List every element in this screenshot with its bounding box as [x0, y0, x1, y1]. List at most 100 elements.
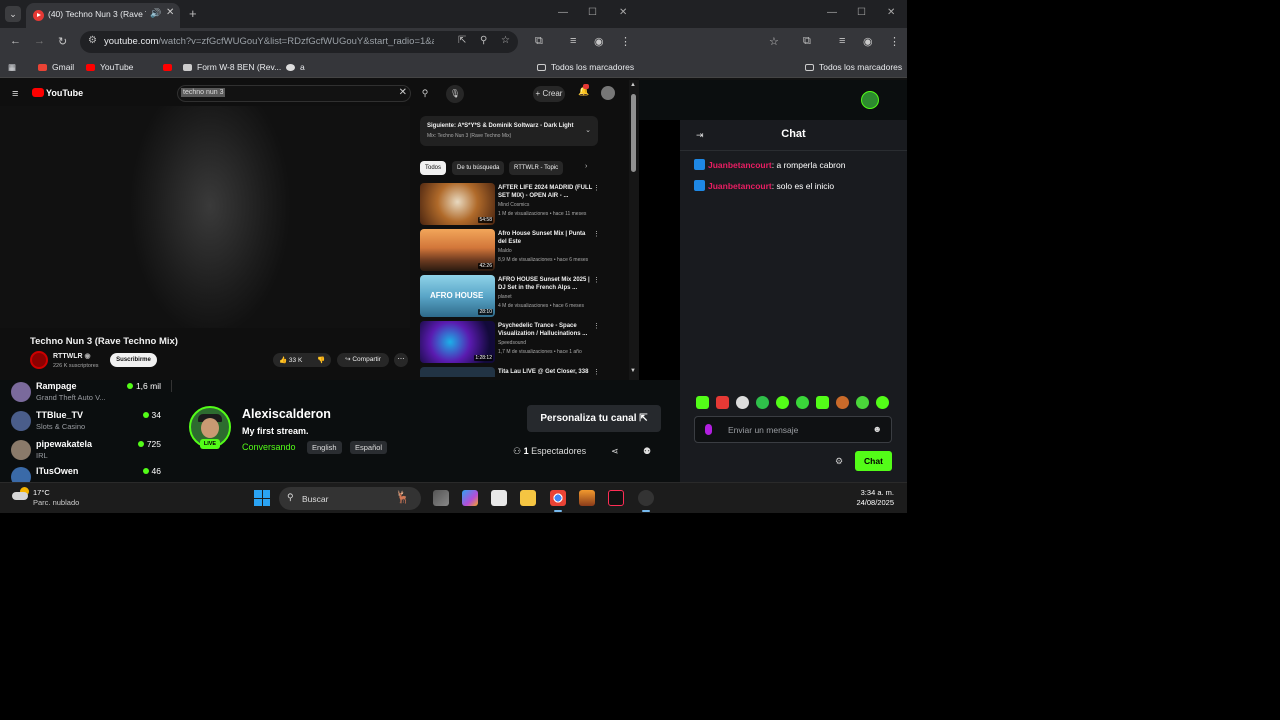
recommendation-item[interactable]: AFRO HOUSE 28:10 AFRO HOUSE Sunset Mix 20… [420, 275, 604, 317]
audio-icon[interactable]: 🔊 [150, 8, 161, 19]
recommendation-title[interactable]: AFRO HOUSE Sunset Mix 2025 | DJ Set in t… [498, 276, 593, 292]
hamburger-menu-icon[interactable]: ≡ [12, 88, 18, 100]
like-button[interactable]: 👍 33 K [279, 356, 302, 364]
taskbar-search[interactable]: ⚲ Buscar 🦌 [279, 487, 421, 510]
copilot-icon[interactable] [462, 490, 478, 506]
bookmark-gmail[interactable]: Gmail [38, 62, 74, 72]
video-thumbnail[interactable]: 1:28:12 [420, 321, 495, 363]
video-thumbnail[interactable]: 42:26 [420, 229, 495, 271]
recommendation-item[interactable]: 1:28:12 Psychedelic Trance - Space Visua… [420, 321, 604, 363]
recommendation-title[interactable]: AFTER LIFE 2024 MADRID (FULL SET MIX) - … [498, 184, 593, 200]
sidebar-channel[interactable]: pipewakatela IRL 725 [11, 438, 171, 462]
bookmark-form[interactable] [163, 62, 177, 72]
store-icon[interactable] [491, 490, 507, 506]
send-chat-button[interactable]: Chat [855, 451, 892, 471]
address-bar[interactable]: ⚙ youtube.com/watch?v=zfGcfWUGouY&list=R… [80, 31, 518, 53]
more-options-icon[interactable]: ⋮ [593, 230, 600, 238]
install-app-icon[interactable]: ⇱ [458, 35, 466, 46]
bookmark-youtube[interactable]: YouTube [86, 62, 133, 72]
minimize-icon[interactable]: — [558, 7, 568, 18]
chip-topic[interactable]: RTTWLR - Topic [509, 161, 564, 175]
microphone-icon[interactable]: 🎙 [446, 85, 464, 103]
search-input[interactable]: techno nun 3 ✕ [177, 85, 411, 102]
start-button[interactable] [254, 490, 270, 506]
obs-icon[interactable] [638, 490, 654, 512]
create-button[interactable]: + Crear [533, 86, 565, 102]
close-window-icon[interactable]: ✕ [887, 7, 895, 18]
close-window-icon[interactable]: ✕ [619, 7, 627, 18]
emote-icon[interactable] [856, 396, 869, 409]
bookmark-form-w8[interactable]: Form W-8 BEN (Rev... [183, 62, 281, 72]
streamer-name[interactable]: Alexiscalderon [242, 407, 331, 421]
app-icon[interactable] [579, 490, 595, 506]
profile-icon[interactable]: ◉ [863, 35, 873, 48]
page-scrollbar[interactable]: ▲ ▼ [629, 80, 639, 380]
minimize-icon[interactable]: — [827, 7, 837, 18]
video-thumbnail[interactable]: 54:58 [420, 183, 495, 225]
like-dislike-bar[interactable]: 👍 33 K 👎 [273, 353, 331, 367]
forward-icon[interactable]: → [34, 35, 45, 47]
dislike-icon[interactable]: 👎 [317, 356, 325, 364]
tab-search-icon[interactable]: ⌄ [5, 6, 21, 22]
search-icon[interactable]: ⚲ [415, 85, 435, 102]
extensions-icon[interactable]: ⧉ [803, 35, 811, 48]
weather-icon[interactable] [12, 487, 30, 501]
maximize-icon[interactable]: ☐ [588, 7, 597, 18]
notifications-bell-icon[interactable]: 🔔 [578, 84, 590, 97]
bookmark-star-icon[interactable]: ☆ [501, 35, 510, 46]
emote-icon[interactable] [696, 396, 709, 409]
reload-icon[interactable]: ↻ [58, 35, 67, 48]
emote-icon[interactable] [836, 396, 849, 409]
tag-espanol[interactable]: Español [350, 441, 388, 454]
avatar[interactable] [861, 91, 879, 109]
recommendation-title[interactable]: Tita Lau LIVE @ Get Closer, 338 [498, 368, 593, 376]
all-bookmarks[interactable]: Todos los marcadores [805, 62, 902, 72]
tiktok-icon[interactable] [608, 490, 624, 506]
youtube-logo[interactable]: YouTube [32, 88, 83, 98]
recommendation-title[interactable]: Afro House Sunset Mix | Punta del Este [498, 230, 593, 246]
bookmark-a[interactable]: a [286, 62, 305, 72]
chat-username[interactable]: Juanbetancourt [708, 160, 772, 170]
channel-name[interactable]: RTTWLR ◉ [53, 352, 91, 360]
share-button[interactable]: ↪ Compartir [337, 353, 389, 367]
chat-username[interactable]: Juanbetancourt [708, 181, 772, 191]
media-control-icon[interactable]: ≡ [839, 35, 845, 47]
playlist-up-next[interactable]: Siguiente: A*S*Y*S & Dominik Soltwarz - … [420, 116, 598, 146]
follow-user-icon[interactable]: ⚉ [643, 446, 651, 457]
emote-icon[interactable] [776, 396, 789, 409]
emote-icon[interactable] [876, 396, 889, 409]
site-info-icon[interactable]: ⚙ [88, 35, 97, 46]
task-view-icon[interactable] [433, 490, 449, 506]
media-control-icon[interactable]: ≡ [570, 35, 576, 47]
stream-category[interactable]: Conversando [242, 442, 296, 452]
recommendation-item[interactable]: 54:58 AFTER LIFE 2024 MADRID (FULL SET M… [420, 183, 604, 225]
all-bookmarks[interactable]: Todos los marcadores [537, 62, 634, 72]
back-icon[interactable]: ← [10, 35, 21, 47]
chrome-icon[interactable] [550, 490, 566, 512]
emote-icon[interactable] [716, 396, 729, 409]
emote-icon[interactable] [736, 396, 749, 409]
zoom-icon[interactable]: ⚲ [480, 35, 487, 46]
sidebar-channel[interactable]: lTusOwen 46 [11, 465, 171, 482]
channel-avatar[interactable] [30, 351, 48, 369]
customize-channel-button[interactable]: Personaliza tu canal ⇱ [527, 405, 661, 432]
scroll-down-icon[interactable]: ▼ [630, 368, 636, 374]
subscribe-button[interactable]: Suscribirme [110, 353, 157, 367]
extensions-icon[interactable]: ⧉ [535, 35, 543, 48]
emoji-icon[interactable]: ☻ [873, 424, 882, 434]
bookmark-star-icon[interactable]: ☆ [769, 35, 779, 48]
sidebar-channel[interactable]: TTBlue_TV Slots & Casino 34 [11, 409, 171, 433]
video-thumbnail[interactable]: AFRO HOUSE 28:10 [420, 275, 495, 317]
video-player[interactable] [0, 106, 410, 328]
video-thumbnail[interactable] [420, 367, 495, 377]
share-icon[interactable]: ⋖ [611, 446, 619, 457]
recommendation-item[interactable]: Tita Lau LIVE @ Get Closer, 338 ⋮ [420, 367, 604, 377]
avatar[interactable] [601, 86, 615, 100]
scrollbar-thumb[interactable] [631, 94, 636, 172]
tag-english[interactable]: English [307, 441, 342, 454]
microphone-icon[interactable] [705, 424, 712, 435]
maximize-icon[interactable]: ☐ [857, 7, 866, 18]
more-options-icon[interactable]: ⋮ [593, 368, 600, 376]
chevron-down-icon[interactable]: ⌄ [585, 126, 591, 134]
sidebar-channel[interactable]: Rampage Grand Theft Auto V... 1,6 mil [11, 380, 171, 404]
